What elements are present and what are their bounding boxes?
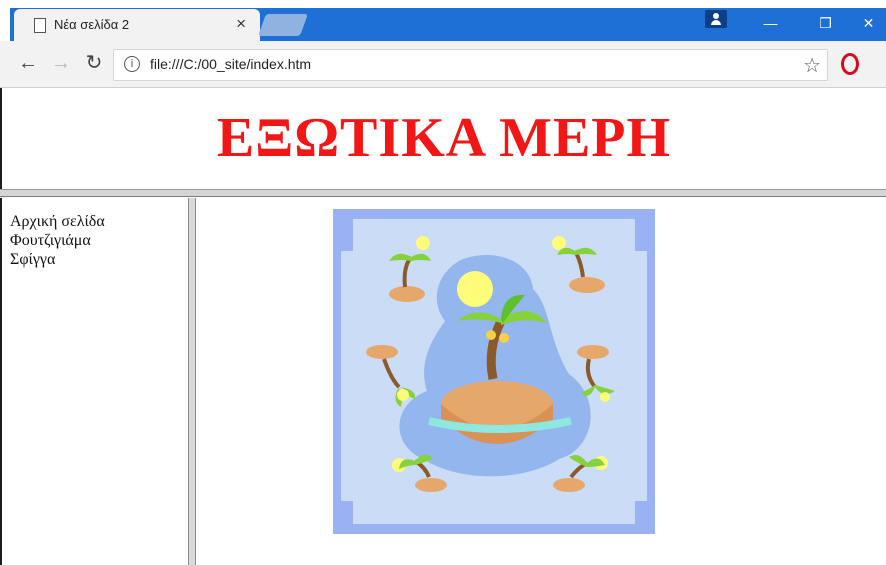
forward-arrow-icon[interactable]: → [49, 51, 73, 75]
url-text[interactable]: file:///C:/00_site/index.htm [150, 56, 311, 72]
window-top-strip [0, 0, 886, 8]
close-tab-icon[interactable]: × [236, 14, 246, 34]
address-bar[interactable]: i file:///C:/00_site/index.htm ☆ [113, 49, 828, 81]
page-icon [34, 18, 46, 33]
browser-content: ΕΞΩΤΙΚΑ ΜΕΡΗ Αρχική σελίδα Φουτζιγιάμα Σ… [0, 88, 886, 565]
nav-list: Αρχική σελίδα Φουτζιγιάμα Σφίγγα [10, 212, 105, 269]
reload-icon[interactable]: ↻ [82, 51, 106, 75]
browser-toolbar: ← → ↻ i file:///C:/00_site/index.htm ☆ [0, 41, 886, 88]
island-illustration [333, 209, 655, 534]
tab-title: Νέα σελίδα 2 [54, 17, 130, 32]
browser-tab[interactable]: Νέα σελίδα 2 × [14, 9, 260, 41]
restore-button[interactable]: ❐ [803, 8, 848, 38]
nav-link-home[interactable]: Αρχική σελίδα [10, 212, 105, 231]
bookmark-star-icon[interactable]: ☆ [803, 53, 821, 78]
vertical-frame-separator[interactable] [188, 198, 196, 565]
left-nav-frame: Αρχική σελίδα Φουτζιγιάμα Σφίγγα [0, 198, 188, 565]
nav-link-sphinx[interactable]: Σφίγγα [10, 250, 105, 269]
main-content-frame [196, 198, 886, 565]
page-header-frame: ΕΞΩΤΙΚΑ ΜΕΡΗ [0, 88, 886, 189]
new-tab-button[interactable] [257, 14, 309, 36]
back-arrow-icon[interactable]: ← [16, 51, 40, 75]
nav-link-fuji[interactable]: Φουτζιγιάμα [10, 231, 105, 250]
profile-icon[interactable] [705, 10, 727, 28]
info-icon[interactable]: i [124, 56, 140, 72]
horizontal-frame-separator[interactable] [0, 189, 886, 197]
opera-icon[interactable] [841, 53, 859, 75]
close-window-button[interactable]: ✕ [846, 8, 886, 38]
minimize-button[interactable]: — [748, 8, 793, 38]
page-title: ΕΞΩΤΙΚΑ ΜΕΡΗ [216, 107, 672, 169]
